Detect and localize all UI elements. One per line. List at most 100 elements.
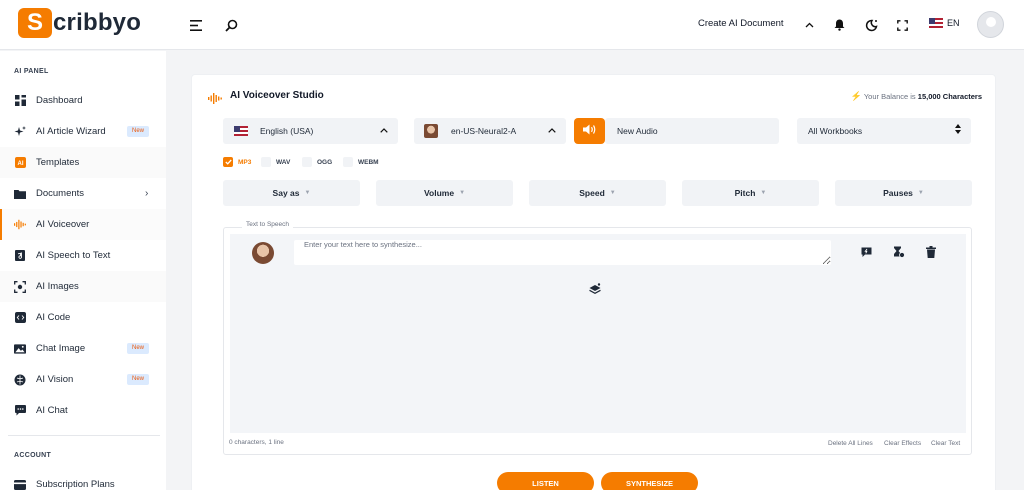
plans-icon xyxy=(14,479,26,490)
voiceover-studio-card: AI Voiceover Studio ⚡ Your Balance is 15… xyxy=(191,74,996,490)
sidebar-item-label: AI Chat xyxy=(36,405,68,416)
option-label: Pitch xyxy=(734,188,756,198)
clear-text-link[interactable]: Clear Text xyxy=(931,440,960,447)
voice-select[interactable]: en-US-Neural2-A xyxy=(414,118,566,144)
language-select[interactable]: English (USA) xyxy=(223,118,398,144)
caret-down-icon: ▼ xyxy=(609,190,616,196)
menu-toggle-icon[interactable] xyxy=(186,15,206,35)
format-mp3-checkbox[interactable]: MP3 xyxy=(223,157,251,167)
sidebar-item-ai-article-wizard[interactable]: AI Article Wizard New xyxy=(0,116,166,147)
language-switcher[interactable]: EN xyxy=(929,18,960,28)
chat-icon xyxy=(14,405,26,417)
chevron-right-icon: › xyxy=(145,188,149,199)
sidebar: AI PANEL Dashboard AI Article Wizard New… xyxy=(0,51,166,490)
format-label: OGG xyxy=(317,158,333,166)
sidebar-item-documents[interactable]: Documents › xyxy=(0,178,166,209)
user-avatar[interactable] xyxy=(977,11,1004,38)
option-label: Pauses xyxy=(883,188,913,198)
balance-prefix: Your Balance is xyxy=(863,92,916,101)
dashboard-icon xyxy=(14,95,26,107)
sort-icon xyxy=(955,124,961,135)
sidebar-item-label: AI Code xyxy=(36,312,71,323)
dark-mode-icon[interactable] xyxy=(861,15,881,35)
fullscreen-icon[interactable] xyxy=(892,15,912,35)
image-scan-icon xyxy=(14,280,26,293)
option-label: Volume xyxy=(423,188,455,198)
sidebar-section-account: ACCOUNT xyxy=(14,452,52,459)
workbook-select[interactable]: All Workbooks xyxy=(797,118,971,144)
preview-voice-button[interactable] xyxy=(574,118,605,144)
checkbox-box xyxy=(261,157,271,167)
create-ai-document-link[interactable]: Create AI Document xyxy=(698,18,784,29)
folder-icon xyxy=(14,188,26,200)
voice-avatar xyxy=(424,124,438,138)
sidebar-item-label: Subscription Plans xyxy=(36,479,115,490)
option-label: Say as xyxy=(272,188,300,198)
waveform-icon xyxy=(208,91,222,109)
format-webm-checkbox[interactable]: WEBM xyxy=(343,157,379,167)
code-icon xyxy=(14,312,26,324)
audio-name-input[interactable]: New Audio xyxy=(605,118,779,144)
format-ogg-checkbox[interactable]: OGG xyxy=(302,157,332,167)
stack-icon[interactable] xyxy=(589,282,601,300)
synthesize-button[interactable]: SYNTHESIZE xyxy=(601,472,698,490)
chevron-up-icon xyxy=(380,126,388,135)
sidebar-item-ai-chat[interactable]: AI Chat xyxy=(0,395,166,426)
trash-icon[interactable] xyxy=(924,245,938,259)
volume-dropdown[interactable]: Volume ▼ xyxy=(376,180,513,206)
templates-icon: AI xyxy=(14,157,26,169)
caret-down-icon: ▼ xyxy=(459,190,466,196)
new-badge: New xyxy=(127,126,150,137)
sidebar-item-label: AI Speech to Text xyxy=(36,250,111,261)
us-flag-icon xyxy=(234,126,248,136)
sidebar-item-ai-voiceover[interactable]: AI Voiceover xyxy=(0,209,166,240)
brand-logo[interactable]: S cribbyo xyxy=(18,8,141,38)
bolt-icon: ⚡ xyxy=(850,91,862,101)
clear-effects-link[interactable]: Clear Effects xyxy=(884,440,921,447)
checkmark-icon xyxy=(223,157,233,167)
sidebar-item-dashboard[interactable]: Dashboard xyxy=(0,85,166,116)
sidebar-item-label: AI Vision xyxy=(36,374,74,385)
bell-icon[interactable] xyxy=(829,15,849,35)
sidebar-item-label: Chat Image xyxy=(36,343,86,354)
sidebar-item-ai-images[interactable]: AI Images xyxy=(0,271,166,302)
sidebar-item-subscription-plans[interactable]: Subscription Plans xyxy=(0,469,166,490)
chevron-up-icon xyxy=(548,126,556,135)
caret-down-icon: ▼ xyxy=(304,190,311,196)
option-label: Speed xyxy=(579,188,605,198)
delete-all-lines-link[interactable]: Delete All Lines xyxy=(828,440,873,447)
say-as-dropdown[interactable]: Say as ▼ xyxy=(223,180,360,206)
tts-text-input[interactable] xyxy=(294,240,831,265)
waveform-icon xyxy=(14,219,26,231)
voice-avatar[interactable] xyxy=(252,242,274,264)
tts-editor xyxy=(230,234,966,433)
sidebar-item-ai-code[interactable]: AI Code xyxy=(0,302,166,333)
hourglass-settings-icon[interactable] xyxy=(892,245,906,259)
svg-text:AI: AI xyxy=(17,161,23,167)
format-label: WEBM xyxy=(358,158,379,166)
sidebar-item-templates[interactable]: AI Templates xyxy=(0,147,166,178)
workbook-value: All Workbooks xyxy=(808,126,863,136)
sidebar-item-chat-image[interactable]: Chat Image New xyxy=(0,333,166,364)
voice-value: en-US-Neural2-A xyxy=(451,126,517,136)
pitch-dropdown[interactable]: Pitch ▼ xyxy=(682,180,819,206)
effects-icon[interactable] xyxy=(859,245,873,259)
pauses-dropdown[interactable]: Pauses ▼ xyxy=(835,180,972,206)
audio-file-icon xyxy=(14,250,26,262)
balance-info: ⚡ Your Balance is 15,000 Characters xyxy=(851,91,982,102)
page-title: AI Voiceover Studio xyxy=(230,90,324,101)
chevron-up-icon[interactable] xyxy=(799,15,819,35)
sidebar-item-ai-speech-to-text[interactable]: AI Speech to Text xyxy=(0,240,166,271)
picture-icon xyxy=(14,343,26,355)
text-to-speech-panel xyxy=(223,227,972,455)
format-wav-checkbox[interactable]: WAV xyxy=(261,157,290,167)
format-label: MP3 xyxy=(238,158,252,166)
listen-button[interactable]: LISTEN xyxy=(497,472,594,490)
sidebar-item-label: Documents xyxy=(36,188,85,199)
speed-dropdown[interactable]: Speed ▼ xyxy=(529,180,666,206)
caret-down-icon: ▼ xyxy=(917,190,924,196)
search-icon[interactable] xyxy=(221,15,241,35)
brain-icon xyxy=(14,374,26,386)
sidebar-item-ai-vision[interactable]: AI Vision New xyxy=(0,364,166,395)
us-flag-icon xyxy=(929,18,943,28)
